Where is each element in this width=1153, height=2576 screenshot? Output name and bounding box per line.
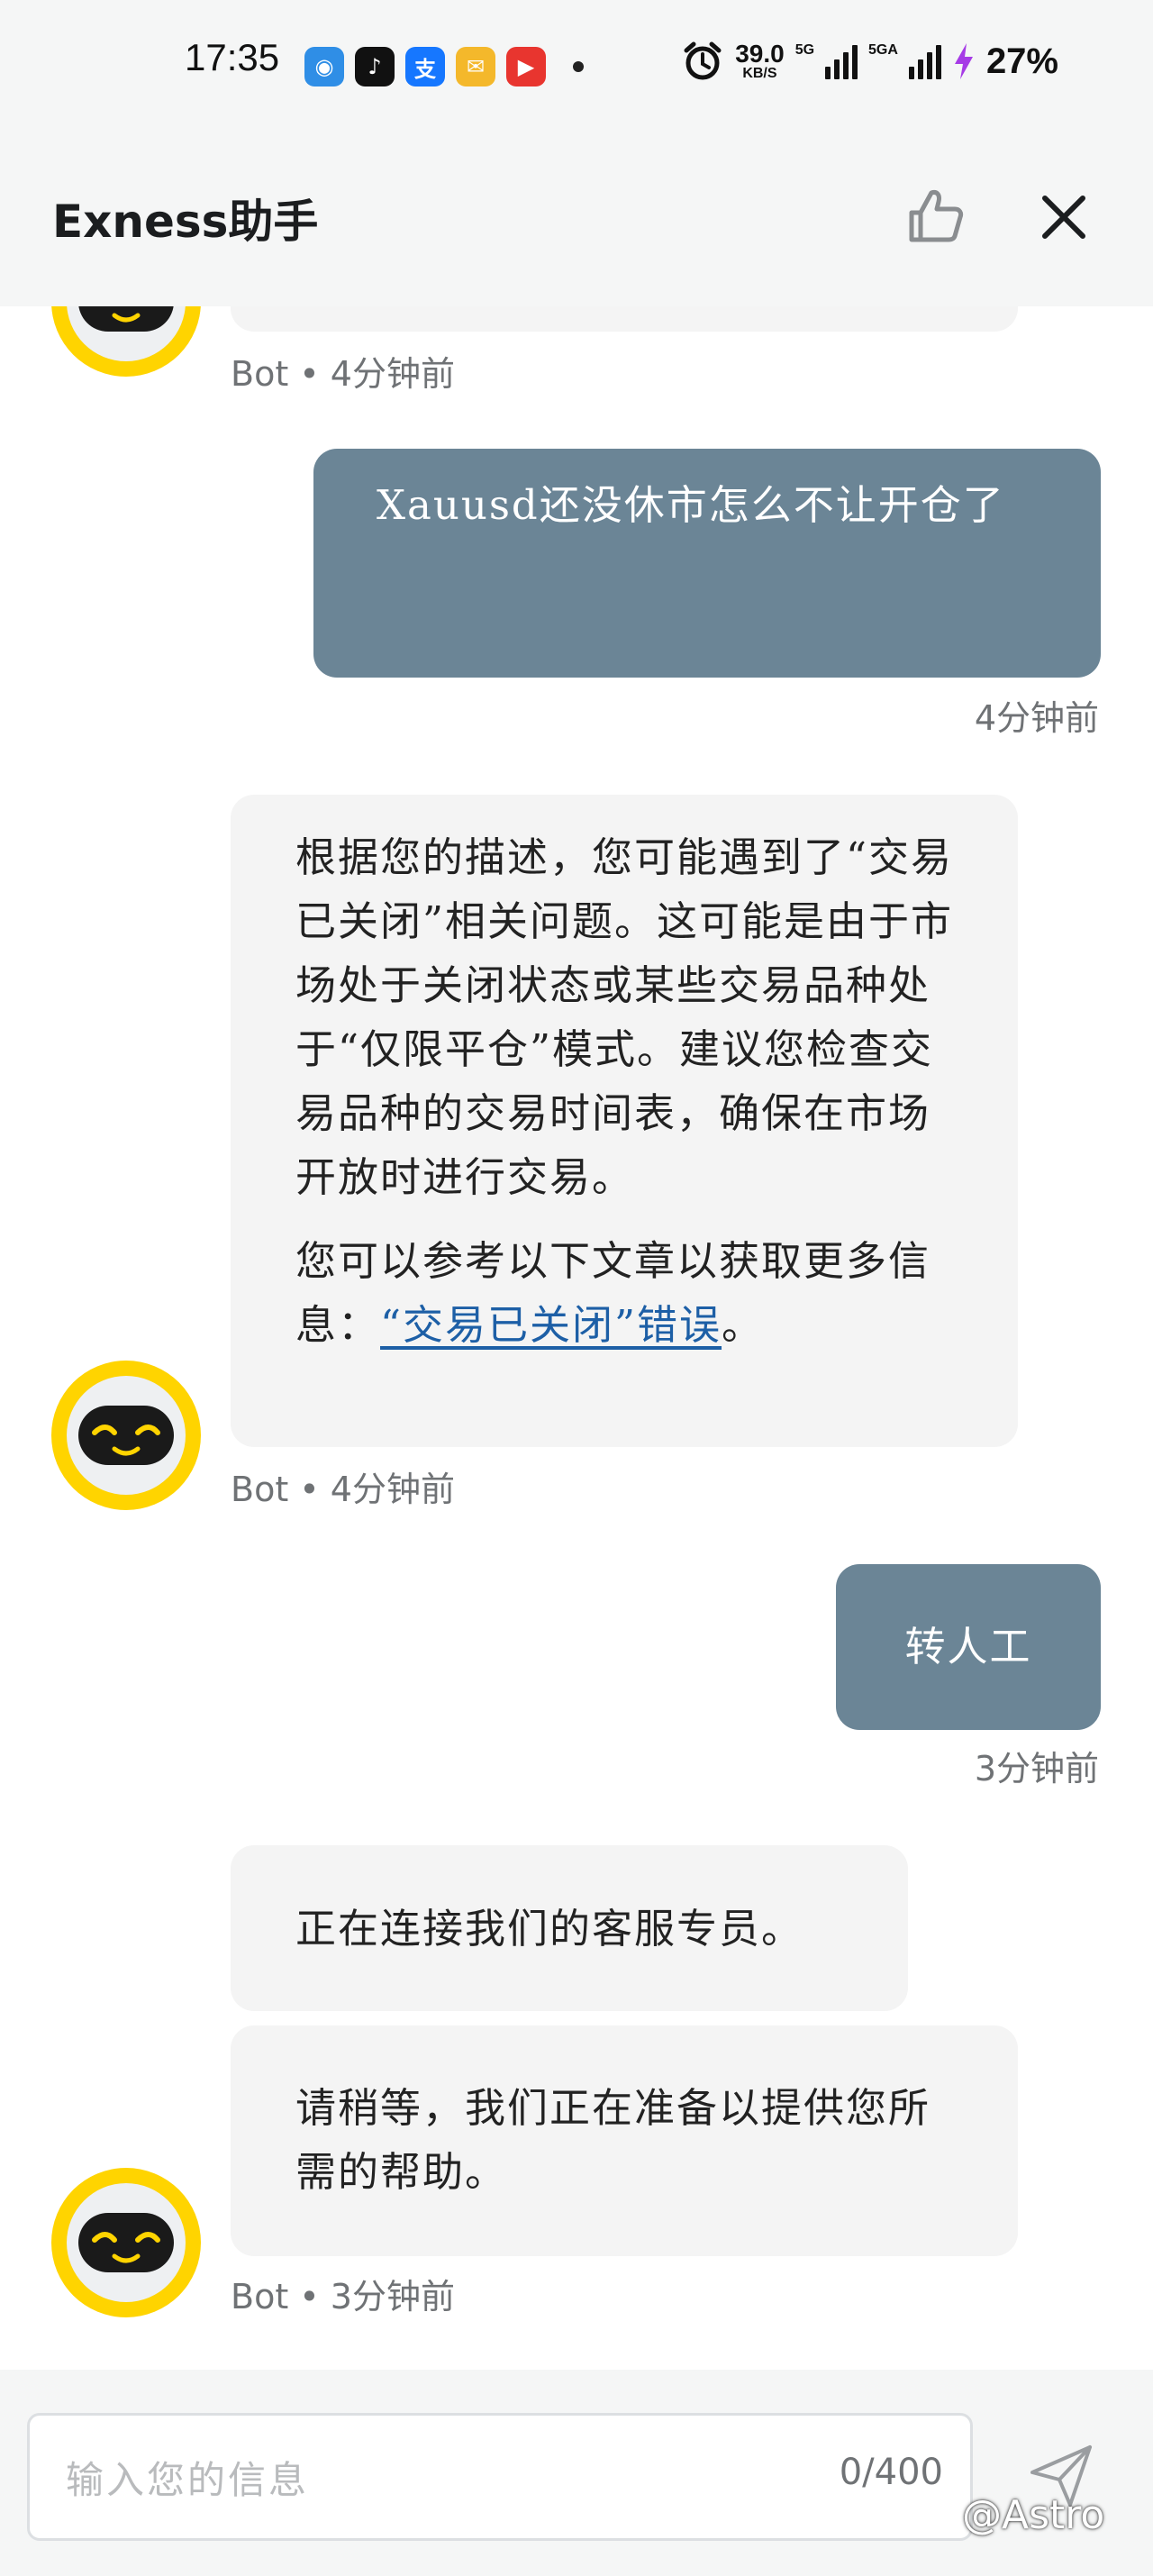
- status-indicators: 39.0 KB/S 5G 5GA 27%: [681, 40, 1058, 83]
- message-input-placeholder: 输入您的信息: [66, 2458, 310, 2502]
- bot-avatar-icon: [51, 2168, 201, 2317]
- bot-message-partial: [231, 306, 1018, 332]
- status-app-icons: ◉ ♪ 支 ✉ ▶: [304, 47, 584, 86]
- message-composer: 输入您的信息 0/400: [0, 2370, 1153, 2576]
- bot-message-meta: Bot • 3分钟前: [231, 2277, 455, 2317]
- user-message-time: 3分钟前: [974, 1749, 1099, 1789]
- status-time: 17:35: [185, 36, 280, 78]
- user-message-text: 转人工: [904, 1623, 1032, 1670]
- signal-label-1: 5G: [794, 42, 815, 58]
- alarm-icon: [684, 41, 722, 80]
- article-link[interactable]: “交易已关闭”错误: [380, 1301, 722, 1349]
- signal-bars-icon: [825, 43, 858, 79]
- page-title: Exness助手: [52, 196, 319, 248]
- bot-message-text: 根据您的描述，您可能遇到了“交易已关闭”相关问题。这可能是由于市场处于关闭状态或…: [295, 833, 954, 1201]
- bot-message-meta: Bot • 4分钟前: [231, 354, 455, 394]
- bot-message-text: 您可以参考以下文章以获取更多信息：“交易已关闭”错误。: [295, 1237, 931, 1349]
- user-message-text: Xauusd还没休市怎么不让开仓了: [377, 481, 1005, 529]
- bot-avatar-icon: [51, 306, 201, 377]
- signal-bars-2-icon: [908, 43, 941, 79]
- user-message-time: 4分钟前: [974, 698, 1099, 738]
- bot-message: 根据您的描述，您可能遇到了“交易已关闭”相关问题。这可能是由于市场处于关闭状态或…: [231, 795, 1018, 1447]
- mail-app-icon: ✉: [456, 47, 495, 86]
- chat-thread[interactable]: Bot • 4分钟前 Xauusd还没休市怎么不让开仓了 4分钟前 根据您的描述…: [0, 306, 1153, 2370]
- character-counter: 0/400: [839, 2452, 943, 2493]
- signal-label-2: 5GA: [868, 42, 898, 58]
- status-bar: 17:35 ◉ ♪ 支 ✉ ▶ 39.0 KB/S 5G 5GA 27%: [0, 0, 1153, 135]
- watermark: @Astro: [962, 2492, 1105, 2538]
- user-message: 转人工: [836, 1564, 1101, 1730]
- bot-message-text: 请稍等，我们正在准备以提供您所需的帮助。: [295, 2084, 931, 2196]
- user-message: Xauusd还没休市怎么不让开仓了: [313, 449, 1101, 678]
- video-app-icon: ▶: [506, 47, 546, 86]
- chat-header: Exness助手: [0, 135, 1153, 306]
- charging-bolt-icon: [954, 43, 973, 79]
- bot-avatar-icon: [51, 1361, 201, 1510]
- alipay-app-icon: 支: [405, 47, 445, 86]
- close-icon[interactable]: [1036, 189, 1092, 245]
- thumbs-up-icon[interactable]: [904, 186, 966, 247]
- bot-message-meta: Bot • 4分钟前: [231, 1470, 455, 1509]
- network-speed: 39.0 KB/S: [735, 40, 785, 81]
- map-app-icon: ◉: [304, 47, 344, 86]
- tiktok-app-icon: ♪: [355, 47, 395, 86]
- battery-percent: 27%: [985, 41, 1058, 81]
- bot-message-text: 正在连接我们的客服专员。: [295, 1904, 804, 1952]
- notification-dot-icon: [573, 61, 584, 72]
- bot-message: 正在连接我们的客服专员。: [231, 1845, 908, 2011]
- bot-message: 请稍等，我们正在准备以提供您所需的帮助。: [231, 2025, 1018, 2256]
- message-input[interactable]: 输入您的信息 0/400: [27, 2413, 973, 2541]
